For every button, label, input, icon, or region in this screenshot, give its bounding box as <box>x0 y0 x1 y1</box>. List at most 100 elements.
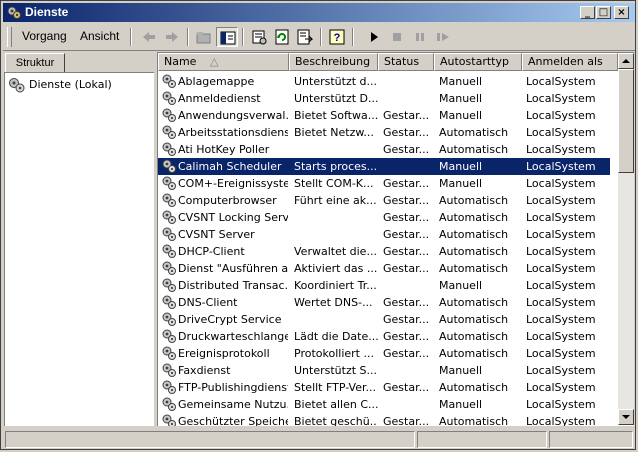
column-header-status[interactable]: Status <box>378 53 434 71</box>
services-list[interactable]: Name △ Beschreibung Status Autostarttyp … <box>157 52 634 426</box>
service-start-cell: Manuell <box>439 177 483 190</box>
service-name-cell: DNS-Client <box>178 296 238 309</box>
service-row[interactable]: DNS-Client Wertet DNS-... Gestar... Automat… <box>158 294 610 311</box>
service-row[interactable]: Anwendungsverwal... Bietet Softwa... Gesta… <box>158 107 610 124</box>
refresh-icon <box>275 29 289 45</box>
title-bar[interactable]: Dienste _ □ × <box>3 3 635 22</box>
service-desc-cell <box>294 143 378 157</box>
service-row[interactable]: Druckwarteschlange Lädt die Date... Gestar… <box>158 328 610 345</box>
service-row[interactable]: CVSNT Server Gestar... Automatisch LocalSys… <box>158 226 610 243</box>
service-row[interactable]: Computerbrowser Führt eine ak... Gestar...… <box>158 192 610 209</box>
export-list-button[interactable] <box>294 27 316 47</box>
arrow-down-icon <box>622 415 630 419</box>
service-logon-cell: LocalSystem <box>526 228 596 241</box>
column-header-name[interactable]: Name △ <box>158 53 289 71</box>
menu-vorgang[interactable]: Vorgang <box>22 29 67 43</box>
service-row[interactable]: DHCP-Client Verwaltet die... Gestar... Auto… <box>158 243 610 260</box>
service-row[interactable]: Faxdienst Unterstützt S... Manuell LocalSys… <box>158 362 610 379</box>
toolbar-separator <box>187 28 189 46</box>
close-button[interactable]: × <box>614 6 629 19</box>
forward-arrow-icon <box>166 32 178 42</box>
toolbar-grip[interactable] <box>7 27 12 47</box>
service-row[interactable]: COM+-Ereignissystem Stellt COM-K... Gestar… <box>158 175 610 192</box>
service-gear-icon <box>162 108 176 122</box>
services-gear-icon <box>7 6 21 19</box>
service-start-cell: Manuell <box>439 279 483 292</box>
service-desc-cell: Bietet Netzw... <box>294 126 374 139</box>
help-button[interactable]: ? <box>326 27 348 47</box>
service-row[interactable]: Ablagemappe Unterstützt d... Manuell LocalS… <box>158 73 610 90</box>
service-row[interactable]: Distributed Transac... Koordiniert Tr... M… <box>158 277 610 294</box>
service-status-cell: Gestar... <box>383 177 430 190</box>
service-gear-icon <box>162 210 176 224</box>
refresh-button[interactable] <box>271 27 293 47</box>
scroll-thumb[interactable] <box>618 69 634 173</box>
minimize-button[interactable]: _ <box>580 6 595 19</box>
service-gear-icon <box>162 176 176 190</box>
forward-button[interactable] <box>161 27 183 47</box>
status-panel-main <box>5 431 415 448</box>
service-row[interactable]: CVSNT Locking Service Gestar... Automatisc… <box>158 209 610 226</box>
show-hide-tree-button[interactable] <box>216 27 238 47</box>
service-desc-cell: Unterstützt S... <box>294 364 378 377</box>
service-name-cell: CVSNT Server <box>178 228 255 241</box>
up-button[interactable] <box>193 27 215 47</box>
menu-toolbar-bar: Vorgang Ansicht ? <box>3 24 635 51</box>
service-row[interactable]: DriveCrypt Service Gestar... Automatisch Lo… <box>158 311 610 328</box>
scroll-down-button[interactable] <box>618 409 634 425</box>
service-desc-cell: Bietet Softwa... <box>294 109 378 122</box>
service-gear-icon <box>162 74 176 88</box>
service-status-cell: Gestar... <box>383 126 430 139</box>
service-desc-cell: Koordiniert Tr... <box>294 279 377 292</box>
service-row[interactable]: Ereignisprotokoll Protokolliert ... Gestar… <box>158 345 610 362</box>
vertical-scrollbar[interactable] <box>618 53 634 425</box>
scroll-up-button[interactable] <box>618 53 634 69</box>
service-logon-cell: LocalSystem <box>526 415 596 426</box>
minimize-icon: _ <box>585 7 590 18</box>
column-header-beschreibung[interactable]: Beschreibung <box>289 53 378 71</box>
stop-service-button[interactable] <box>386 27 408 47</box>
service-logon-cell: LocalSystem <box>526 194 596 207</box>
service-row[interactable]: Arbeitsstationsdienst Bietet Netzw... Gest… <box>158 124 610 141</box>
service-row[interactable]: Calimah Scheduler Starts proces... Manuell… <box>158 158 610 175</box>
service-desc-cell: Unterstützt d... <box>294 75 378 88</box>
tab-struktur[interactable]: Struktur <box>5 53 65 72</box>
service-gear-icon <box>162 312 176 326</box>
tree-view[interactable]: Dienste (Lokal) <box>4 72 154 426</box>
service-row[interactable]: Gemeinsame Nutzu... Bietet allen C... Manu… <box>158 396 610 413</box>
column-header-anmelden-als[interactable]: Anmelden als <box>522 53 618 71</box>
service-logon-cell: LocalSystem <box>526 313 596 326</box>
window-title: Dienste <box>25 5 69 19</box>
service-row[interactable]: Dienst "Ausführen als" Aktiviert das ... G… <box>158 260 610 277</box>
menu-ansicht[interactable]: Ansicht <box>80 29 119 43</box>
column-header-label: Status <box>384 55 420 68</box>
service-start-cell: Manuell <box>439 75 483 88</box>
service-row[interactable]: Anmeldedienst Unterstützt D... Manuell Loca… <box>158 90 610 107</box>
service-start-cell: Automatisch <box>439 381 509 394</box>
service-start-cell: Automatisch <box>439 143 509 156</box>
pause-service-button[interactable] <box>409 27 431 47</box>
start-service-button[interactable] <box>363 27 385 47</box>
restart-service-button[interactable] <box>432 27 454 47</box>
service-start-cell: Manuell <box>439 109 483 122</box>
service-desc-cell <box>294 228 378 242</box>
service-row[interactable]: Geschützter Speicher Bietet geschü... Gest… <box>158 413 610 426</box>
back-button[interactable] <box>138 27 160 47</box>
service-status-cell: Gestar... <box>383 262 430 275</box>
status-panel-tertiary <box>549 431 633 448</box>
service-logon-cell: LocalSystem <box>526 211 596 224</box>
toolbar-separator <box>320 28 322 46</box>
service-desc-cell <box>294 313 378 327</box>
service-row[interactable]: FTP-Publishingdienst Stellt FTP-Ver... Ges… <box>158 379 610 396</box>
service-gear-icon <box>162 397 176 411</box>
service-row[interactable]: Ati HotKey Poller Gestar... Automatisch Loc… <box>158 141 610 158</box>
service-name-cell: Gemeinsame Nutzu... <box>178 398 288 411</box>
export-list-icon <box>297 29 313 45</box>
maximize-button[interactable]: □ <box>596 6 611 19</box>
arrow-up-icon <box>622 59 630 63</box>
service-gear-icon <box>162 227 176 241</box>
services-gear-icon <box>9 78 25 93</box>
column-header-autostarttyp[interactable]: Autostarttyp <box>434 53 522 71</box>
properties-button[interactable] <box>248 27 270 47</box>
service-name-cell: COM+-Ereignissystem <box>178 177 288 190</box>
